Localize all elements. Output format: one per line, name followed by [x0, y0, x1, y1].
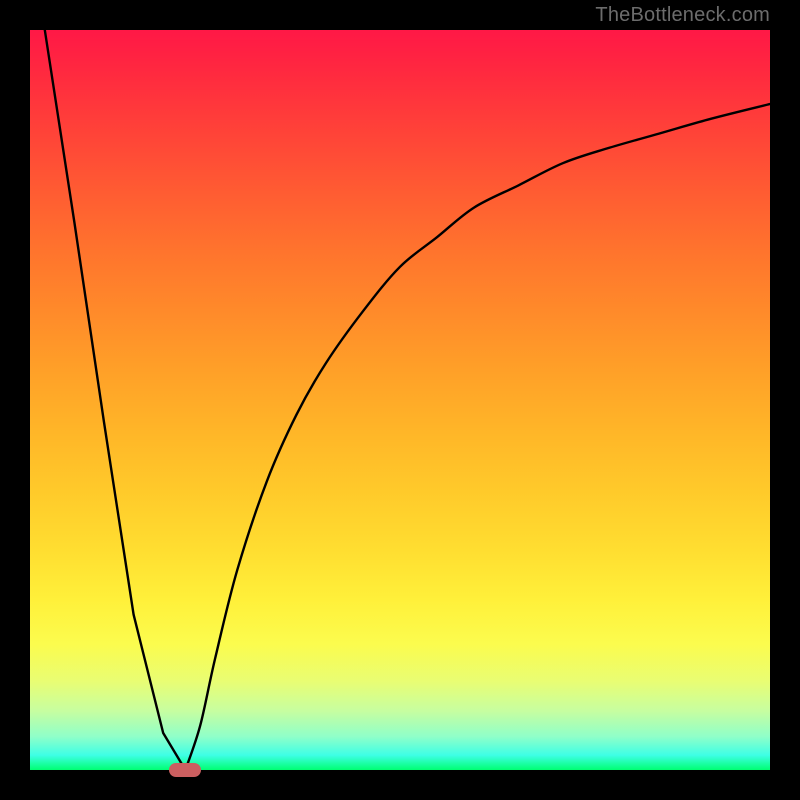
bottleneck-curve [30, 30, 770, 770]
chart-frame: TheBottleneck.com [0, 0, 800, 800]
curve-right-branch [185, 104, 770, 770]
plot-area [30, 30, 770, 770]
curve-left-branch [45, 30, 186, 770]
watermark-text: TheBottleneck.com [595, 4, 770, 27]
